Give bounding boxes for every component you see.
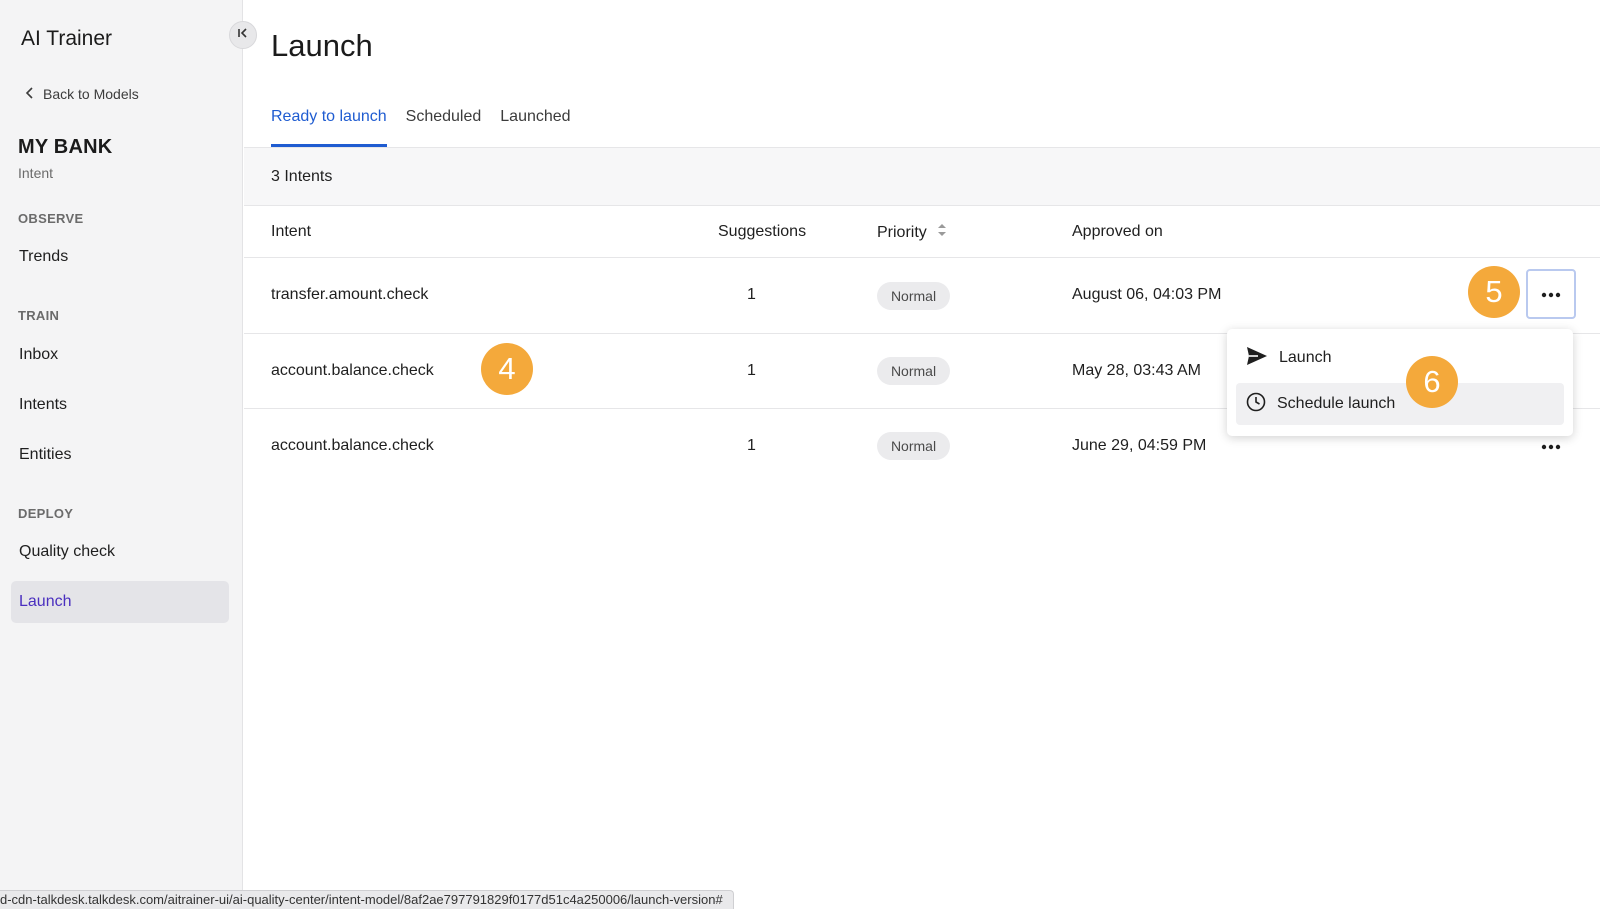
sidebar-item-label: Entities — [19, 446, 72, 463]
column-header-suggestions: Suggestions — [718, 223, 807, 240]
step-marker-6: 6 — [1406, 356, 1458, 408]
suggestions-count: 1 — [747, 286, 756, 303]
priority-badge: Normal — [877, 357, 950, 385]
tab-bar: Ready to launch Scheduled Launched — [271, 108, 571, 148]
section-label-observe: OBSERVE — [18, 211, 84, 226]
table-row[interactable]: transfer.amount.check 1 Normal August 06… — [244, 259, 1600, 334]
priority-badge: Normal — [877, 282, 950, 310]
more-horizontal-icon — [1541, 285, 1561, 303]
sidebar: AI Trainer Back to Models MY BANK Intent… — [0, 0, 243, 909]
back-link-label: Back to Models — [43, 86, 139, 102]
back-to-models-link[interactable]: Back to Models — [25, 86, 139, 102]
main-content: Launch Ready to launch Scheduled Launche… — [244, 0, 1600, 909]
intent-name: transfer.amount.check — [271, 286, 429, 303]
sidebar-item-inbox[interactable]: Inbox — [11, 334, 229, 376]
intent-name: account.balance.check — [271, 362, 434, 379]
sidebar-item-label: Inbox — [19, 346, 59, 363]
sidebar-item-label: Intents — [19, 396, 68, 413]
row-actions-button[interactable] — [1526, 269, 1576, 319]
priority-badge: Normal — [877, 432, 950, 460]
suggestions-count: 1 — [747, 362, 756, 379]
collapse-sidebar-button[interactable] — [229, 21, 257, 49]
page-title: Launch — [271, 28, 373, 63]
sidebar-item-trends[interactable]: Trends — [11, 236, 229, 278]
column-header-intent: Intent — [271, 223, 312, 240]
menu-item-schedule-launch[interactable]: Schedule launch — [1236, 383, 1564, 425]
suggestions-count: 1 — [747, 437, 756, 454]
sidebar-item-entities[interactable]: Entities — [11, 434, 229, 476]
more-horizontal-icon — [1541, 437, 1561, 455]
step-marker-4: 4 — [481, 343, 533, 395]
step-marker-5: 5 — [1468, 266, 1520, 318]
status-bar-url: d-cdn-talkdesk.talkdesk.com/aitrainer-ui… — [0, 890, 734, 909]
app-title: AI Trainer — [21, 27, 113, 50]
sidebar-item-label: Quality check — [19, 543, 116, 560]
column-header-priority[interactable]: Priority — [877, 223, 947, 242]
approved-on-date: May 28, 03:43 AM — [1072, 362, 1201, 379]
approved-on-date: June 29, 04:59 PM — [1072, 437, 1207, 454]
send-icon — [1246, 346, 1268, 371]
tab-ready-to-launch[interactable]: Ready to launch — [271, 108, 387, 147]
table-header: Intent Suggestions Priority Approved on — [244, 206, 1600, 258]
row-actions-menu: Launch Schedule launch — [1227, 329, 1573, 436]
menu-item-launch[interactable]: Launch — [1236, 337, 1564, 379]
intent-name: account.balance.check — [271, 437, 434, 454]
sidebar-item-launch[interactable]: Launch — [11, 581, 229, 623]
priority-header-label: Priority — [877, 223, 927, 241]
menu-item-label: Launch — [1279, 349, 1332, 366]
tab-launched[interactable]: Launched — [500, 108, 570, 147]
tab-scheduled[interactable]: Scheduled — [406, 108, 482, 147]
results-count-bar: 3 Intents — [244, 147, 1600, 206]
sidebar-item-quality-check[interactable]: Quality check — [11, 531, 229, 573]
intent-count: 3 Intents — [271, 168, 333, 185]
sidebar-item-label: Launch — [19, 593, 72, 610]
chevron-left-icon — [25, 86, 35, 102]
menu-item-label: Schedule launch — [1277, 395, 1396, 412]
model-name: MY BANK — [18, 136, 113, 158]
section-label-train: TRAIN — [18, 308, 60, 323]
clock-icon — [1246, 392, 1266, 417]
sidebar-item-intents[interactable]: Intents — [11, 384, 229, 426]
sort-icon — [937, 223, 947, 242]
model-type: Intent — [18, 165, 54, 181]
sidebar-item-label: Trends — [19, 248, 69, 265]
section-label-deploy: DEPLOY — [18, 506, 74, 521]
column-header-approved-on: Approved on — [1072, 223, 1163, 240]
approved-on-date: August 06, 04:03 PM — [1072, 286, 1222, 303]
collapse-left-icon — [237, 26, 249, 44]
